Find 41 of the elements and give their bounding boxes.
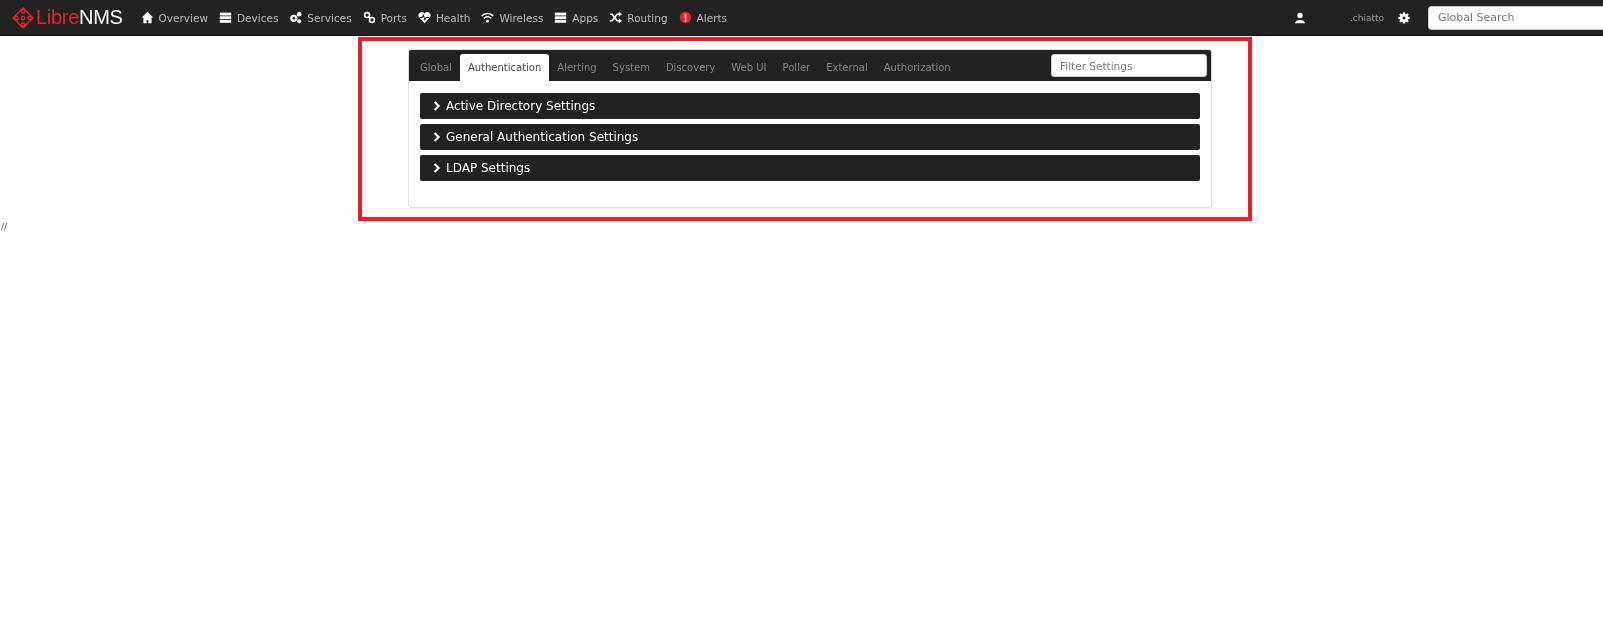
brand-logo[interactable]: LibreNMS [12, 6, 123, 29]
tab[interactable]: Authorization [875, 54, 959, 81]
tab[interactable]: External [818, 54, 876, 81]
tab[interactable]: Authentication [459, 54, 550, 81]
server-icon [554, 11, 568, 24]
nav-link[interactable]: Overview [140, 11, 208, 24]
panel-heading[interactable]: General Authentication Settings [420, 124, 1200, 150]
gears-icon [289, 11, 303, 24]
settings-icon[interactable] [1398, 11, 1410, 24]
filter-field[interactable]: Filter Settings [1051, 54, 1207, 77]
panel-heading[interactable]: LDAP Settings [420, 155, 1200, 181]
nav-link[interactable]: Wireless [481, 11, 544, 24]
tab[interactable]: Global [412, 54, 460, 81]
chevron-icon [433, 163, 441, 173]
nav-link[interactable]: Services [289, 11, 352, 24]
nav-link[interactable]: Apps [554, 11, 599, 24]
tab[interactable]: Web UI [723, 54, 775, 81]
tab[interactable]: Discovery [657, 54, 724, 81]
alert-icon [678, 11, 692, 24]
nav-link[interactable]: Ports [362, 11, 407, 24]
chevron-icon [433, 101, 441, 111]
wifi-icon [481, 11, 495, 24]
home-icon [140, 11, 154, 24]
nav-link[interactable]: Routing [609, 11, 668, 24]
nav-link[interactable]: Devices [218, 11, 279, 24]
tab[interactable]: Poller [774, 54, 819, 81]
nav-link[interactable]: Alerts [678, 11, 728, 24]
heartbeat-icon [417, 11, 431, 24]
tab[interactable]: Alerting [549, 54, 605, 81]
username[interactable]: .chiatto [1349, 12, 1384, 23]
server-icon [218, 11, 232, 24]
network-icon [12, 6, 34, 29]
nav-link[interactable]: Health [417, 11, 471, 24]
chevron-icon [433, 132, 441, 142]
tab[interactable]: System [604, 54, 658, 81]
user-icon[interactable] [1293, 11, 1306, 24]
shuffle-icon [609, 11, 623, 24]
comment-text: // [0, 221, 9, 232]
search-field[interactable]: Global Search [1428, 5, 1603, 30]
panel-heading[interactable]: Active Directory Settings [420, 93, 1200, 119]
link-icon [362, 11, 376, 24]
